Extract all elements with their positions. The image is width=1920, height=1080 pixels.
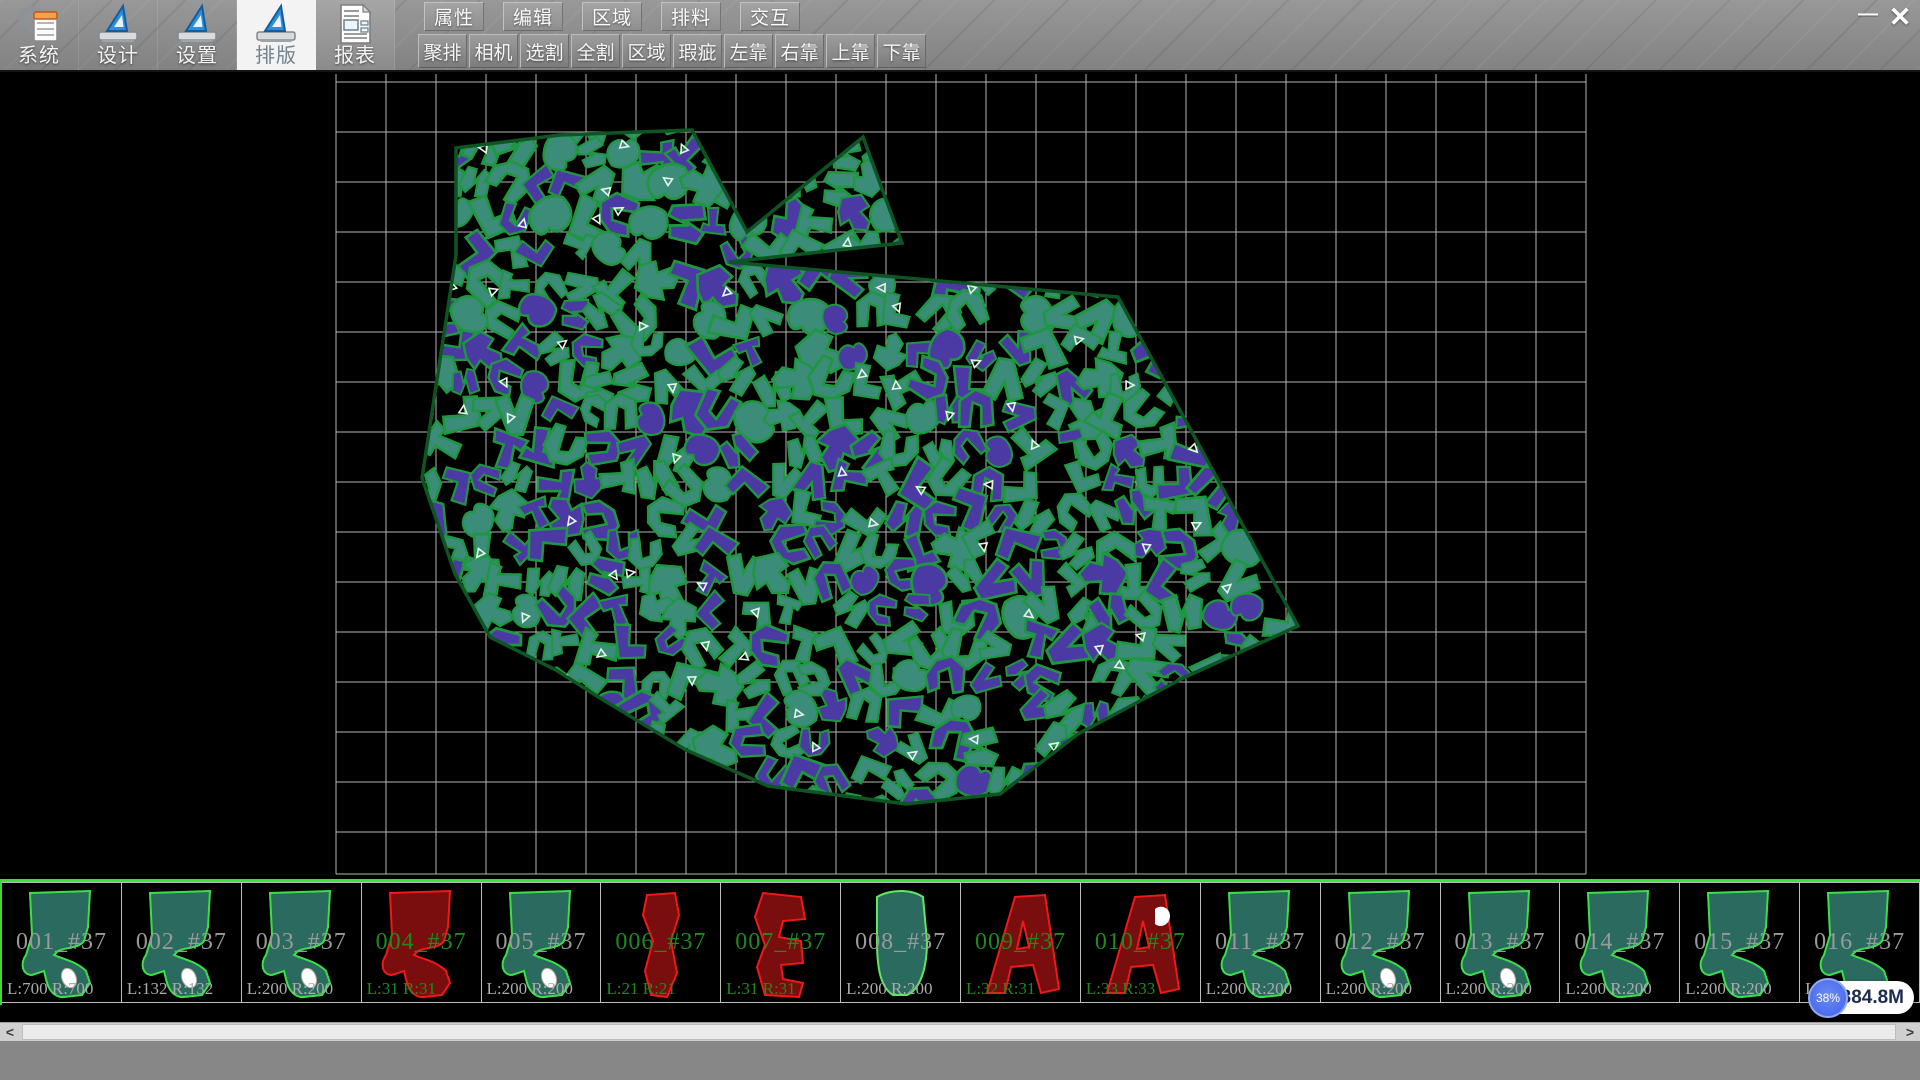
menu-tab-5[interactable]: 交互: [740, 2, 800, 31]
part-lr-count-label: L:132 R:132: [127, 979, 213, 999]
part-thumbnail-001_#37[interactable]: 001_#37 L:700 R:700: [2, 882, 122, 1003]
toolbar-button-4[interactable]: 排版: [237, 0, 316, 70]
toolbar-button-1[interactable]: 系统: [0, 0, 79, 70]
gear-document-icon: [16, 3, 62, 45]
part-lr-count-label: L:200 R:200: [846, 979, 932, 999]
nesting-canvas[interactable]: [0, 72, 1920, 879]
menu-tabs: 属性编辑区域排料交互: [424, 2, 800, 31]
part-number-label: 009_#37: [961, 929, 1080, 956]
part-number-label: 014_#37: [1560, 929, 1679, 956]
tool-button-9[interactable]: 上靠: [826, 34, 875, 68]
part-lr-count-label: L:200 R:200: [487, 979, 573, 999]
part-thumbnail-012_#37[interactable]: 012_#37 L:200 R:200: [1321, 882, 1441, 1003]
part-number-label: 010_#37: [1081, 929, 1200, 956]
setsquare-icon: [95, 3, 141, 45]
tool-button-5[interactable]: 区域: [622, 34, 671, 68]
icon-button-bar: 系统 设计 设置 排版 报表: [0, 0, 395, 70]
part-lr-count-label: L:200 R:200: [1326, 979, 1412, 999]
toolbar-button-label: 设计: [97, 45, 139, 67]
toolbar-button-3[interactable]: 设置: [158, 0, 237, 70]
part-number-label: 013_#37: [1441, 929, 1560, 956]
setsquare-icon: [253, 3, 299, 45]
part-lr-count-label: L:200 R:200: [1565, 979, 1651, 999]
memory-percent-badge: 38%: [1808, 978, 1848, 1018]
part-number-label: 016_#37: [1800, 929, 1919, 956]
part-number-label: 012_#37: [1321, 929, 1440, 956]
part-thumbnail-004_#37[interactable]: 004_#37 L:31 R:31: [362, 882, 482, 1003]
toolbar-button-5[interactable]: 报表: [316, 0, 395, 70]
part-thumbnail-006_#37[interactable]: 006_#37 L:21 R:21: [601, 882, 721, 1003]
part-thumbnail-009_#37[interactable]: 009_#37 L:32 R:31: [961, 882, 1081, 1003]
tool-button-10[interactable]: 下靠: [877, 34, 926, 68]
part-lr-count-label: L:700 R:700: [7, 979, 93, 999]
part-number-label: 015_#37: [1680, 929, 1799, 956]
part-thumbnail-013_#37[interactable]: 013_#37 L:200 R:200: [1441, 882, 1561, 1003]
part-number-label: 002_#37: [122, 929, 241, 956]
tool-button-6[interactable]: 瑕疵: [673, 34, 722, 68]
parts-strip: 001_#37 L:700 R:700 002_#37 L:132 R:132 003_…: [0, 879, 1920, 1005]
menu-tab-4[interactable]: 排料: [661, 2, 721, 31]
menu-tab-2[interactable]: 编辑: [503, 2, 563, 31]
part-lr-count-label: L:31 R:31: [367, 979, 436, 999]
part-thumbnail-005_#37[interactable]: 005_#37 L:200 R:200: [482, 882, 602, 1003]
scroll-right-arrow-icon[interactable]: >: [1900, 1023, 1920, 1041]
close-button[interactable]: ✕: [1884, 0, 1916, 34]
part-number-label: 007_#37: [721, 929, 840, 956]
horizontal-scrollbar[interactable]: < >: [0, 1022, 1920, 1041]
menu-tab-1[interactable]: 属性: [424, 2, 484, 31]
part-number-label: 006_#37: [601, 929, 720, 956]
parts-list: 001_#37 L:700 R:700 002_#37 L:132 R:132 003_…: [2, 882, 1920, 1003]
scrollbar-thumb[interactable]: [22, 1024, 1896, 1040]
part-number-label: 001_#37: [2, 929, 121, 956]
window-footer: [0, 1041, 1920, 1080]
tool-button-1[interactable]: 聚排: [418, 34, 467, 68]
part-thumbnail-002_#37[interactable]: 002_#37 L:132 R:132: [122, 882, 242, 1003]
toolbar-button-label: 系统: [18, 45, 60, 67]
tool-button-8[interactable]: 右靠: [775, 34, 824, 68]
tool-button-4[interactable]: 全割: [571, 34, 620, 68]
part-number-label: 008_#37: [841, 929, 960, 956]
part-thumbnail-003_#37[interactable]: 003_#37 L:200 R:200: [242, 882, 362, 1003]
part-lr-count-label: L:31 R:31: [726, 979, 795, 999]
minimize-button[interactable]: —: [1852, 0, 1884, 34]
tool-button-7[interactable]: 左靠: [724, 34, 773, 68]
scroll-left-arrow-icon[interactable]: <: [0, 1023, 20, 1041]
part-thumbnail-015_#37[interactable]: 015_#37 L:200 R:200: [1680, 882, 1800, 1003]
part-lr-count-label: L:33 R:33: [1086, 979, 1155, 999]
memory-widget: 384.8M 38%: [1808, 978, 1916, 1018]
part-thumbnail-010_#37[interactable]: 010_#37 L:33 R:33: [1081, 882, 1201, 1003]
setsquare-icon: [174, 3, 220, 45]
toolbar-button-label: 排版: [255, 45, 297, 67]
part-number-label: 011_#37: [1201, 929, 1320, 956]
toolbar-button-label: 报表: [334, 45, 376, 67]
part-lr-count-label: L:32 R:31: [966, 979, 1035, 999]
part-thumbnail-007_#37[interactable]: 007_#37 L:31 R:31: [721, 882, 841, 1003]
part-number-label: 004_#37: [362, 929, 481, 956]
part-thumbnail-014_#37[interactable]: 014_#37 L:200 R:200: [1560, 882, 1680, 1003]
part-lr-count-label: L:200 R:200: [1446, 979, 1532, 999]
toolbar-button-label: 设置: [176, 45, 218, 67]
tool-buttons-row: 聚排相机选割全割区域瑕疵左靠右靠上靠下靠: [418, 34, 926, 68]
window-controls: — ✕: [1852, 0, 1916, 40]
report-icon: [332, 3, 378, 45]
part-thumbnail-008_#37[interactable]: 008_#37 L:200 R:200: [841, 882, 961, 1003]
part-lr-count-label: L:200 R:200: [1206, 979, 1292, 999]
part-lr-count-label: L:200 R:200: [1685, 979, 1771, 999]
tool-button-3[interactable]: 选割: [520, 34, 569, 68]
application-window: { "window": { "controls": { "minimize": …: [0, 0, 1920, 1080]
part-number-label: 003_#37: [242, 929, 361, 956]
nesting-canvas-svg: [0, 72, 1920, 879]
part-lr-count-label: L:200 R:200: [247, 979, 333, 999]
tool-button-2[interactable]: 相机: [469, 34, 518, 68]
part-thumbnail-011_#37[interactable]: 011_#37 L:200 R:200: [1201, 882, 1321, 1003]
toolbar: 系统设计设置排版报表 属性编辑区域排料交互 聚排相机选割全割区域瑕疵左靠右靠上靠…: [0, 0, 1920, 72]
toolbar-button-2[interactable]: 设计: [79, 0, 158, 70]
part-lr-count-label: L:21 R:21: [606, 979, 675, 999]
menu-tab-3[interactable]: 区域: [582, 2, 642, 31]
part-number-label: 005_#37: [482, 929, 601, 956]
